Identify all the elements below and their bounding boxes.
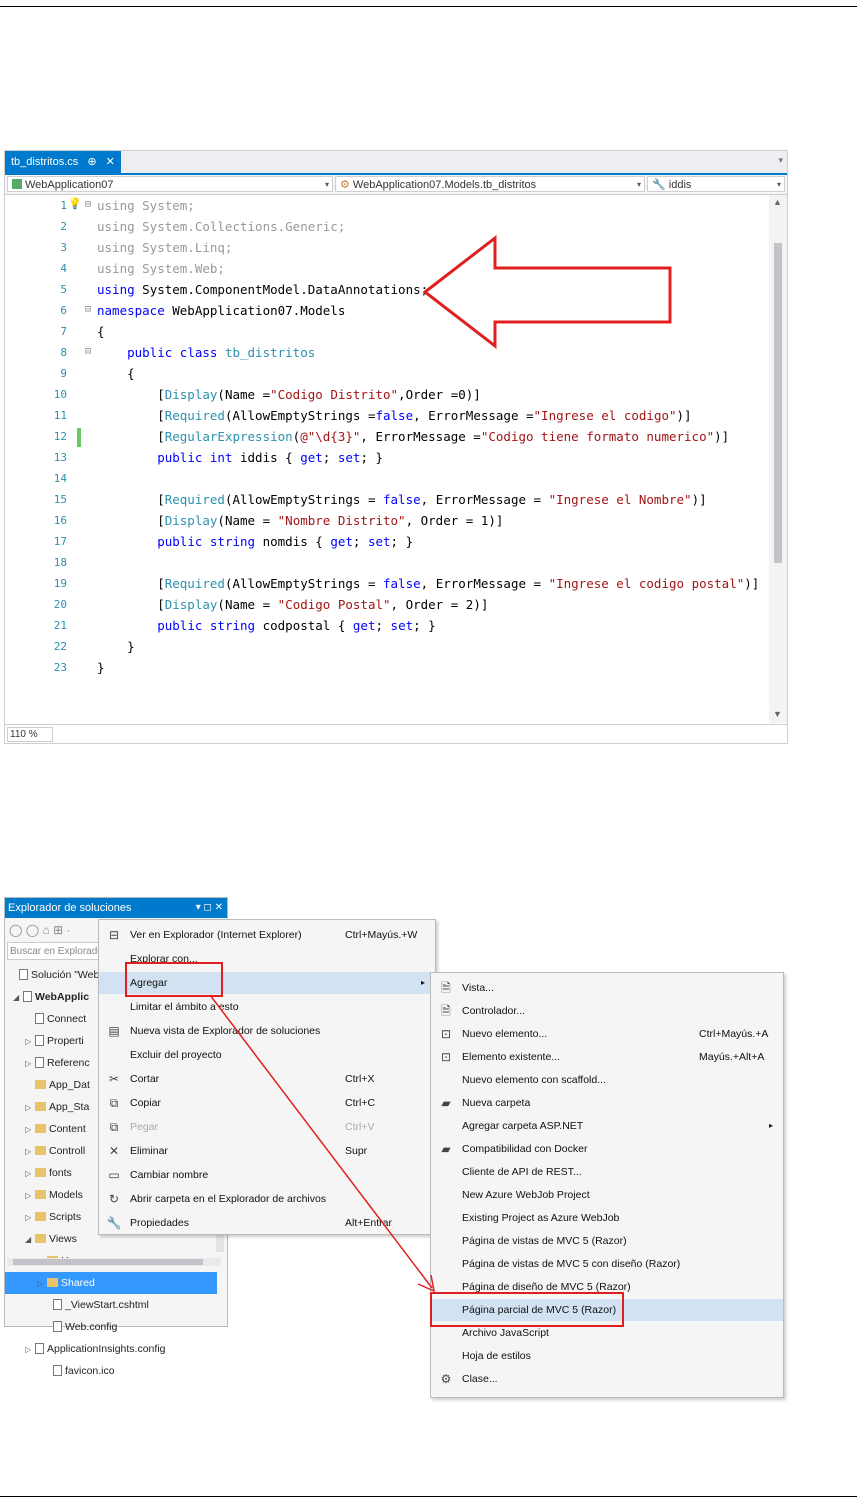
- annotation-connector-arrow: [209, 994, 435, 1293]
